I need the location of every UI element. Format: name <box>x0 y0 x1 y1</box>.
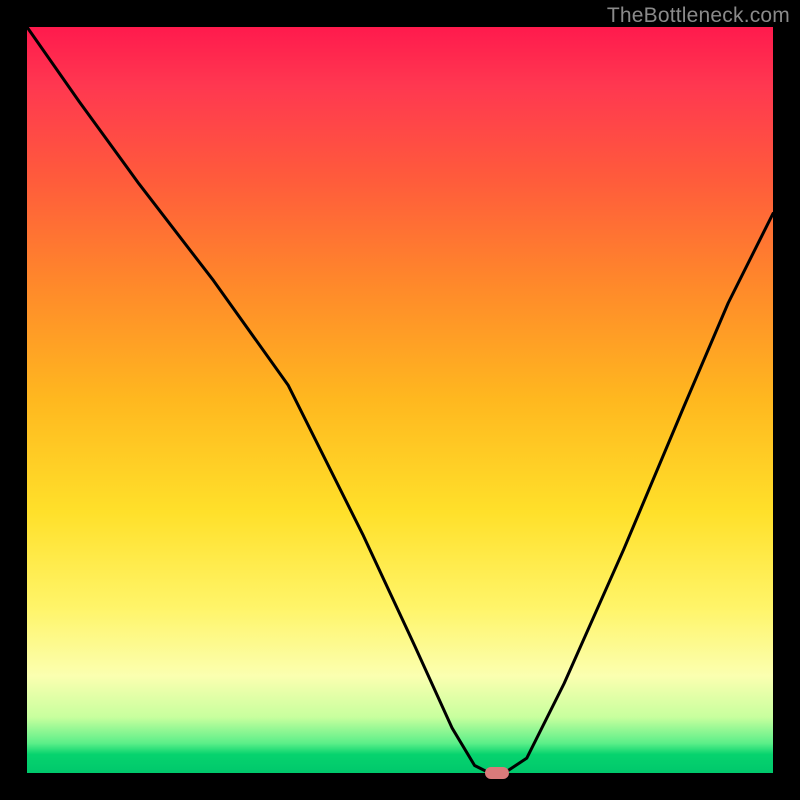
optimum-marker <box>485 767 509 779</box>
chart-frame: TheBottleneck.com <box>0 0 800 800</box>
watermark-text: TheBottleneck.com <box>607 4 790 28</box>
plot-area <box>27 27 773 773</box>
curve-path <box>27 27 773 773</box>
bottleneck-curve <box>27 27 773 773</box>
